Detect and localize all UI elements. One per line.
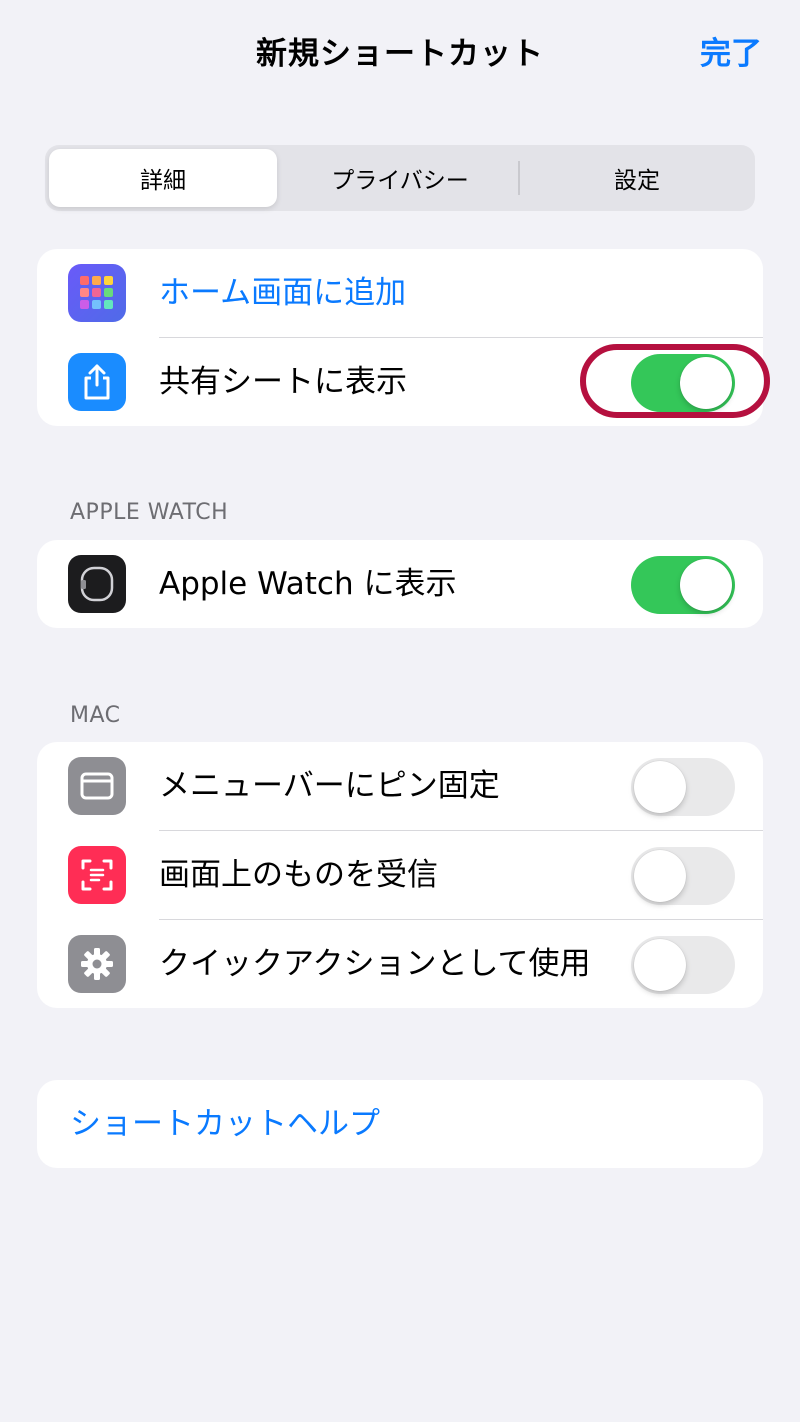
toggle-knob	[634, 761, 686, 813]
add-to-home-screen-row[interactable]: ホーム画面に追加	[37, 249, 763, 337]
show-on-apple-watch-row: Apple Watch に表示	[37, 540, 763, 628]
home-screen-grid-icon	[68, 264, 126, 322]
screen-scan-icon	[68, 846, 126, 904]
show-in-share-sheet-toggle[interactable]	[631, 354, 735, 412]
segmented-control: 詳細 プライバシー 設定	[45, 145, 755, 211]
mac-group: メニューバーにピン固定 画面上のものを受信 クイックアクションとして使用	[37, 742, 763, 1008]
menu-bar-window-icon	[68, 757, 126, 815]
share-icon	[68, 353, 126, 411]
tab-settings[interactable]: 設定	[523, 149, 751, 207]
gear-icon	[68, 935, 126, 993]
shortcuts-help-link[interactable]: ショートカットヘルプ	[70, 1080, 380, 1168]
pin-in-menu-bar-label: メニューバーにピン固定	[159, 768, 500, 804]
toggle-knob	[634, 850, 686, 902]
navigation-bar: 新規ショートカット 完了	[0, 0, 800, 100]
receive-onscreen-items-row: 画面上のものを受信	[37, 831, 763, 919]
show-in-share-sheet-row: 共有シートに表示	[37, 338, 763, 426]
tab-details[interactable]: 詳細	[49, 149, 277, 207]
page-title: 新規ショートカット	[256, 36, 544, 72]
segment-divider	[518, 161, 520, 195]
toggle-knob	[680, 559, 732, 611]
apple-watch-icon	[68, 555, 126, 613]
receive-onscreen-items-toggle[interactable]	[631, 847, 735, 905]
tab-privacy[interactable]: プライバシー	[286, 149, 514, 207]
apple-watch-group: Apple Watch に表示	[37, 540, 763, 628]
pin-in-menu-bar-toggle[interactable]	[631, 758, 735, 816]
use-as-quick-action-toggle[interactable]	[631, 936, 735, 994]
show-in-share-sheet-label: 共有シートに表示	[159, 364, 407, 400]
show-on-apple-watch-toggle[interactable]	[631, 556, 735, 614]
toggle-knob	[634, 939, 686, 991]
mac-section-header: MAC	[70, 703, 121, 728]
show-on-apple-watch-label: Apple Watch に表示	[159, 566, 457, 602]
add-to-home-screen-label: ホーム画面に追加	[159, 275, 407, 311]
use-as-quick-action-label: クイックアクションとして使用	[159, 946, 591, 982]
done-button[interactable]: 完了	[700, 28, 762, 73]
pin-in-menu-bar-row: メニューバーにピン固定	[37, 742, 763, 830]
use-as-quick-action-row: クイックアクションとして使用	[37, 920, 763, 1008]
apple-watch-section-header: APPLE WATCH	[70, 500, 229, 525]
main-settings-group: ホーム画面に追加 共有シートに表示	[37, 249, 763, 426]
toggle-knob	[680, 357, 732, 409]
receive-onscreen-items-label: 画面上のものを受信	[159, 857, 438, 893]
shortcuts-help-row[interactable]: ショートカットヘルプ	[37, 1080, 763, 1168]
